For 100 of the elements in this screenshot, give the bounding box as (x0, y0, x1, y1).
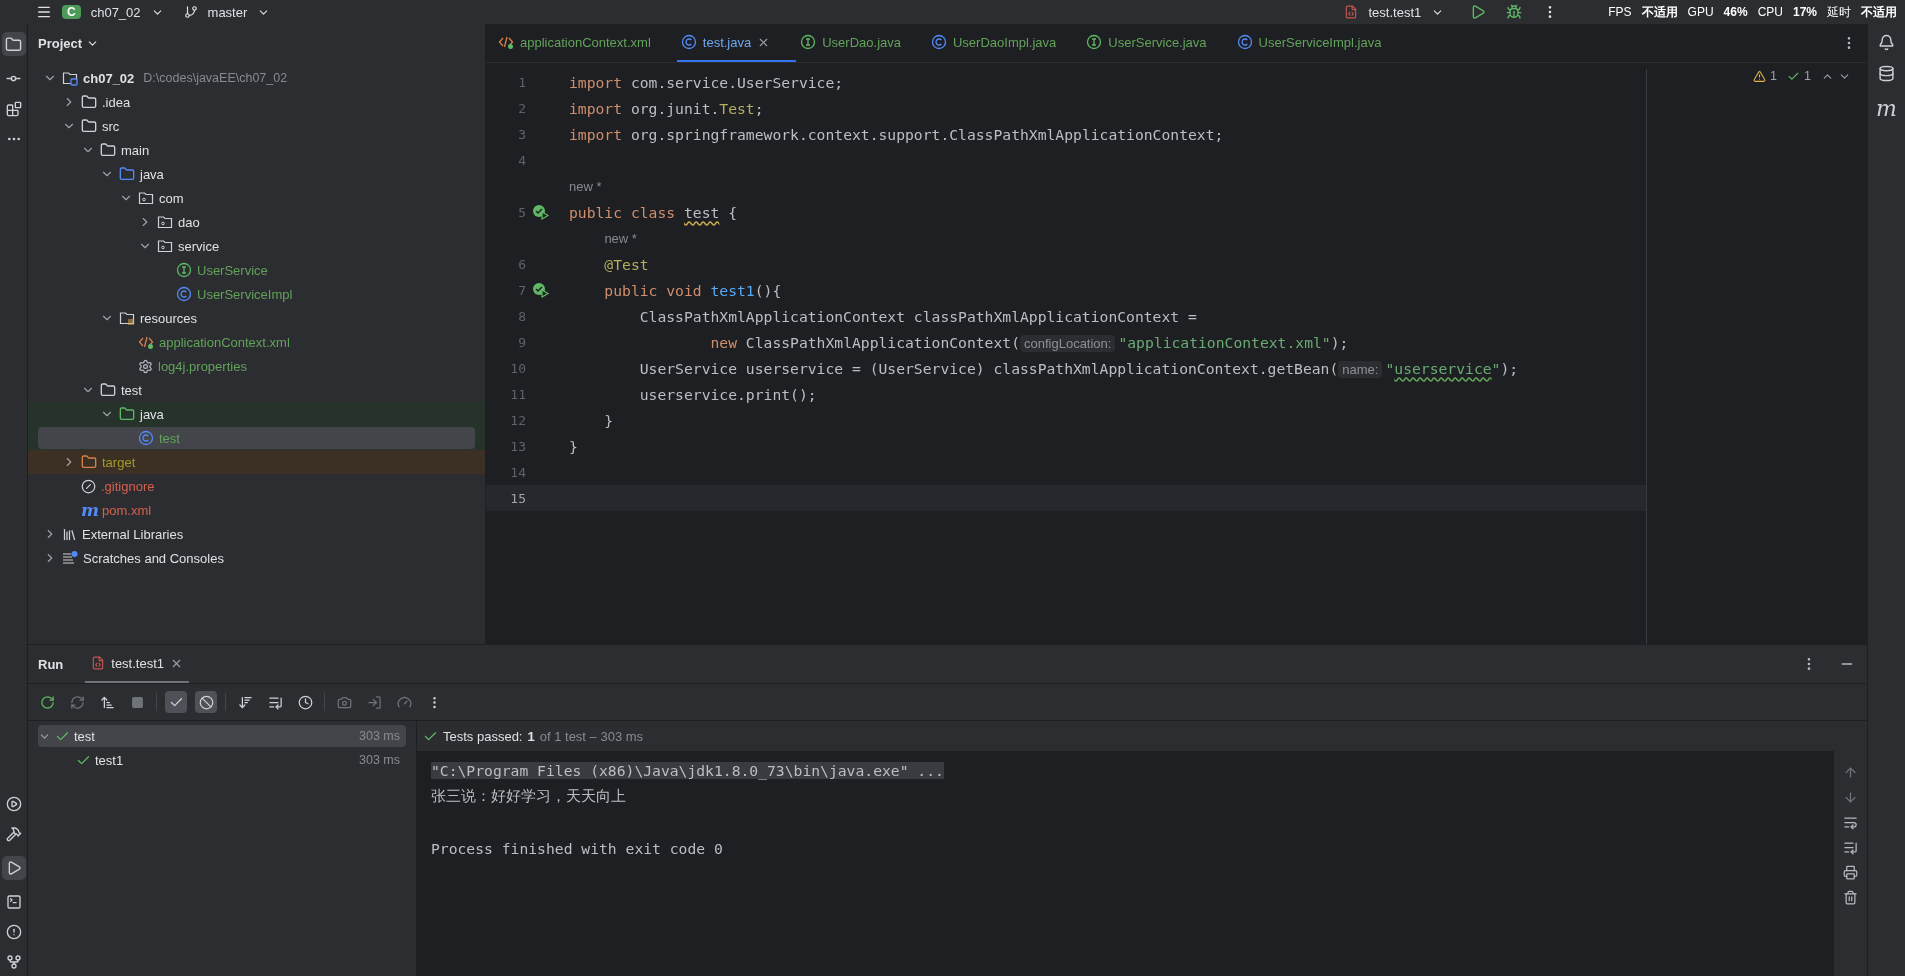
gear-icon (138, 358, 153, 374)
folder-icon (81, 454, 97, 470)
bell-icon[interactable] (1878, 34, 1895, 51)
tree-item[interactable]: resources (38, 307, 475, 329)
tab-label: test.java (702, 34, 752, 50)
overlay-label: GPU (1687, 5, 1714, 19)
folder-icon (119, 166, 135, 182)
sort-icon[interactable] (237, 694, 253, 710)
services-icon[interactable] (5, 796, 22, 812)
tree-item[interactable]: .idea (38, 91, 475, 113)
author-hint: new * (604, 230, 637, 246)
editor-tab[interactable]: UserDao.java (796, 24, 927, 62)
tree-item[interactable]: dao (38, 211, 475, 233)
line-number: 14 (509, 464, 526, 480)
package-icon (138, 190, 154, 206)
code-line: UserService userservice = (UserService) classPathXmlApplicationContext.getBean( name: "userservice"); (638, 359, 1519, 377)
run-test-icon[interactable] (532, 282, 550, 298)
package-icon (157, 214, 173, 230)
run-tab[interactable]: test.test1 (85, 645, 190, 683)
tree-item[interactable]: ch07_02 D:\codes\javaEE\ch07_02 (38, 67, 475, 89)
passed-count: 1 (1804, 69, 1811, 83)
print-icon[interactable] (1843, 865, 1858, 880)
tree-item[interactable]: External Libraries (38, 523, 475, 545)
folder-icon[interactable] (5, 35, 22, 53)
tree-item[interactable]: com (38, 187, 475, 209)
editor-tab[interactable]: UserService.java (1082, 24, 1233, 62)
rerun-failed-icon[interactable] (69, 694, 85, 710)
editor-tab[interactable]: UserServiceImpl.java (1232, 24, 1408, 62)
panel-title: Run (38, 655, 64, 674)
tree-item[interactable]: src (38, 115, 475, 137)
tree-item[interactable]: applicationContext.xml (38, 331, 475, 353)
line-number: 12 (509, 412, 526, 428)
run-icon[interactable] (1470, 4, 1487, 20)
tree-label: src (102, 118, 120, 134)
database-icon[interactable] (1878, 65, 1895, 82)
run-config[interactable]: test.test1 (1368, 4, 1422, 20)
line-number: 13 (509, 438, 526, 454)
tree-label: External Libraries (82, 526, 184, 542)
tree-item[interactable]: log4j.properties (38, 355, 475, 377)
test-item[interactable]: test 303 ms (38, 725, 406, 747)
folder-icon (81, 94, 97, 110)
test-item[interactable]: test1 303 ms (38, 749, 406, 771)
tree-item[interactable]: .gitignore (38, 475, 475, 497)
show-passed-button[interactable] (165, 691, 187, 713)
history-icon[interactable] (297, 694, 313, 710)
collapse-icon[interactable] (267, 694, 283, 710)
show-ignored-button[interactable] (195, 691, 217, 713)
camera-icon[interactable] (336, 694, 352, 710)
project-name[interactable]: ch07_02 (90, 4, 141, 20)
tree-item[interactable]: service (38, 235, 475, 257)
git-icon[interactable] (5, 954, 22, 970)
rerun-icon[interactable] (39, 694, 55, 710)
scroll-end-icon[interactable] (1843, 840, 1858, 855)
maven-icon[interactable]: m (1876, 96, 1897, 121)
passed-count: 1 (527, 728, 535, 744)
editor-tab[interactable]: UserDaoImpl.java (927, 24, 1083, 62)
tree-item[interactable]: test (38, 379, 475, 401)
tree-item[interactable]: java (38, 163, 475, 185)
tree-item[interactable]: Scratches and Consoles (38, 547, 475, 569)
run-test-icon[interactable] (532, 204, 550, 220)
line-number: 4 (517, 152, 526, 168)
class-icon (931, 34, 947, 50)
branch-name[interactable]: master (207, 4, 248, 20)
ban-icon (198, 694, 214, 710)
panel-title[interactable]: Project (38, 35, 83, 51)
maven-icon: m (81, 502, 97, 518)
up-icon[interactable] (1843, 765, 1858, 780)
class-icon (1236, 34, 1253, 50)
interface-icon (800, 34, 817, 50)
problems-icon[interactable] (5, 924, 22, 940)
import-icon[interactable] (366, 694, 382, 710)
tree-label: target (102, 454, 136, 470)
tree-item[interactable]: main (38, 139, 475, 161)
sort-icon[interactable] (99, 694, 115, 710)
code-line: ClassPathXmlApplicationContext classPathXmlApplicationContext = (638, 307, 1197, 325)
xml-file-icon (138, 334, 154, 350)
folder-icon (100, 382, 116, 398)
code-line: import org.junit.Test; (569, 99, 764, 117)
structure-icon[interactable] (5, 101, 22, 117)
editor-tab[interactable]: applicationContext.xml (494, 24, 677, 62)
tab-label: UserDaoImpl.java (953, 34, 1057, 50)
ignore-icon (81, 478, 96, 494)
wrap-icon[interactable] (1843, 815, 1858, 830)
terminal-icon[interactable] (5, 894, 22, 910)
build-icon[interactable] (5, 826, 22, 842)
down-icon[interactable] (1843, 790, 1858, 805)
tree-item[interactable]: m pom.xml (38, 499, 475, 521)
overlay-label: FPS (1608, 5, 1632, 19)
debug-icon[interactable] (1506, 4, 1523, 20)
trash-icon[interactable] (1843, 890, 1858, 905)
overlay-value: 不适用 (1641, 3, 1678, 21)
tree-item[interactable]: UserServiceImpl (38, 283, 475, 305)
tree-item[interactable]: UserService (38, 259, 475, 281)
folder-icon (100, 142, 116, 158)
gauge-icon[interactable] (396, 694, 412, 710)
editor-tab[interactable]: test.java (676, 24, 797, 62)
stop-icon[interactable] (130, 695, 144, 709)
menu-icon[interactable] (36, 4, 52, 20)
line-number: 8 (517, 308, 526, 324)
branch-icon (183, 5, 198, 19)
